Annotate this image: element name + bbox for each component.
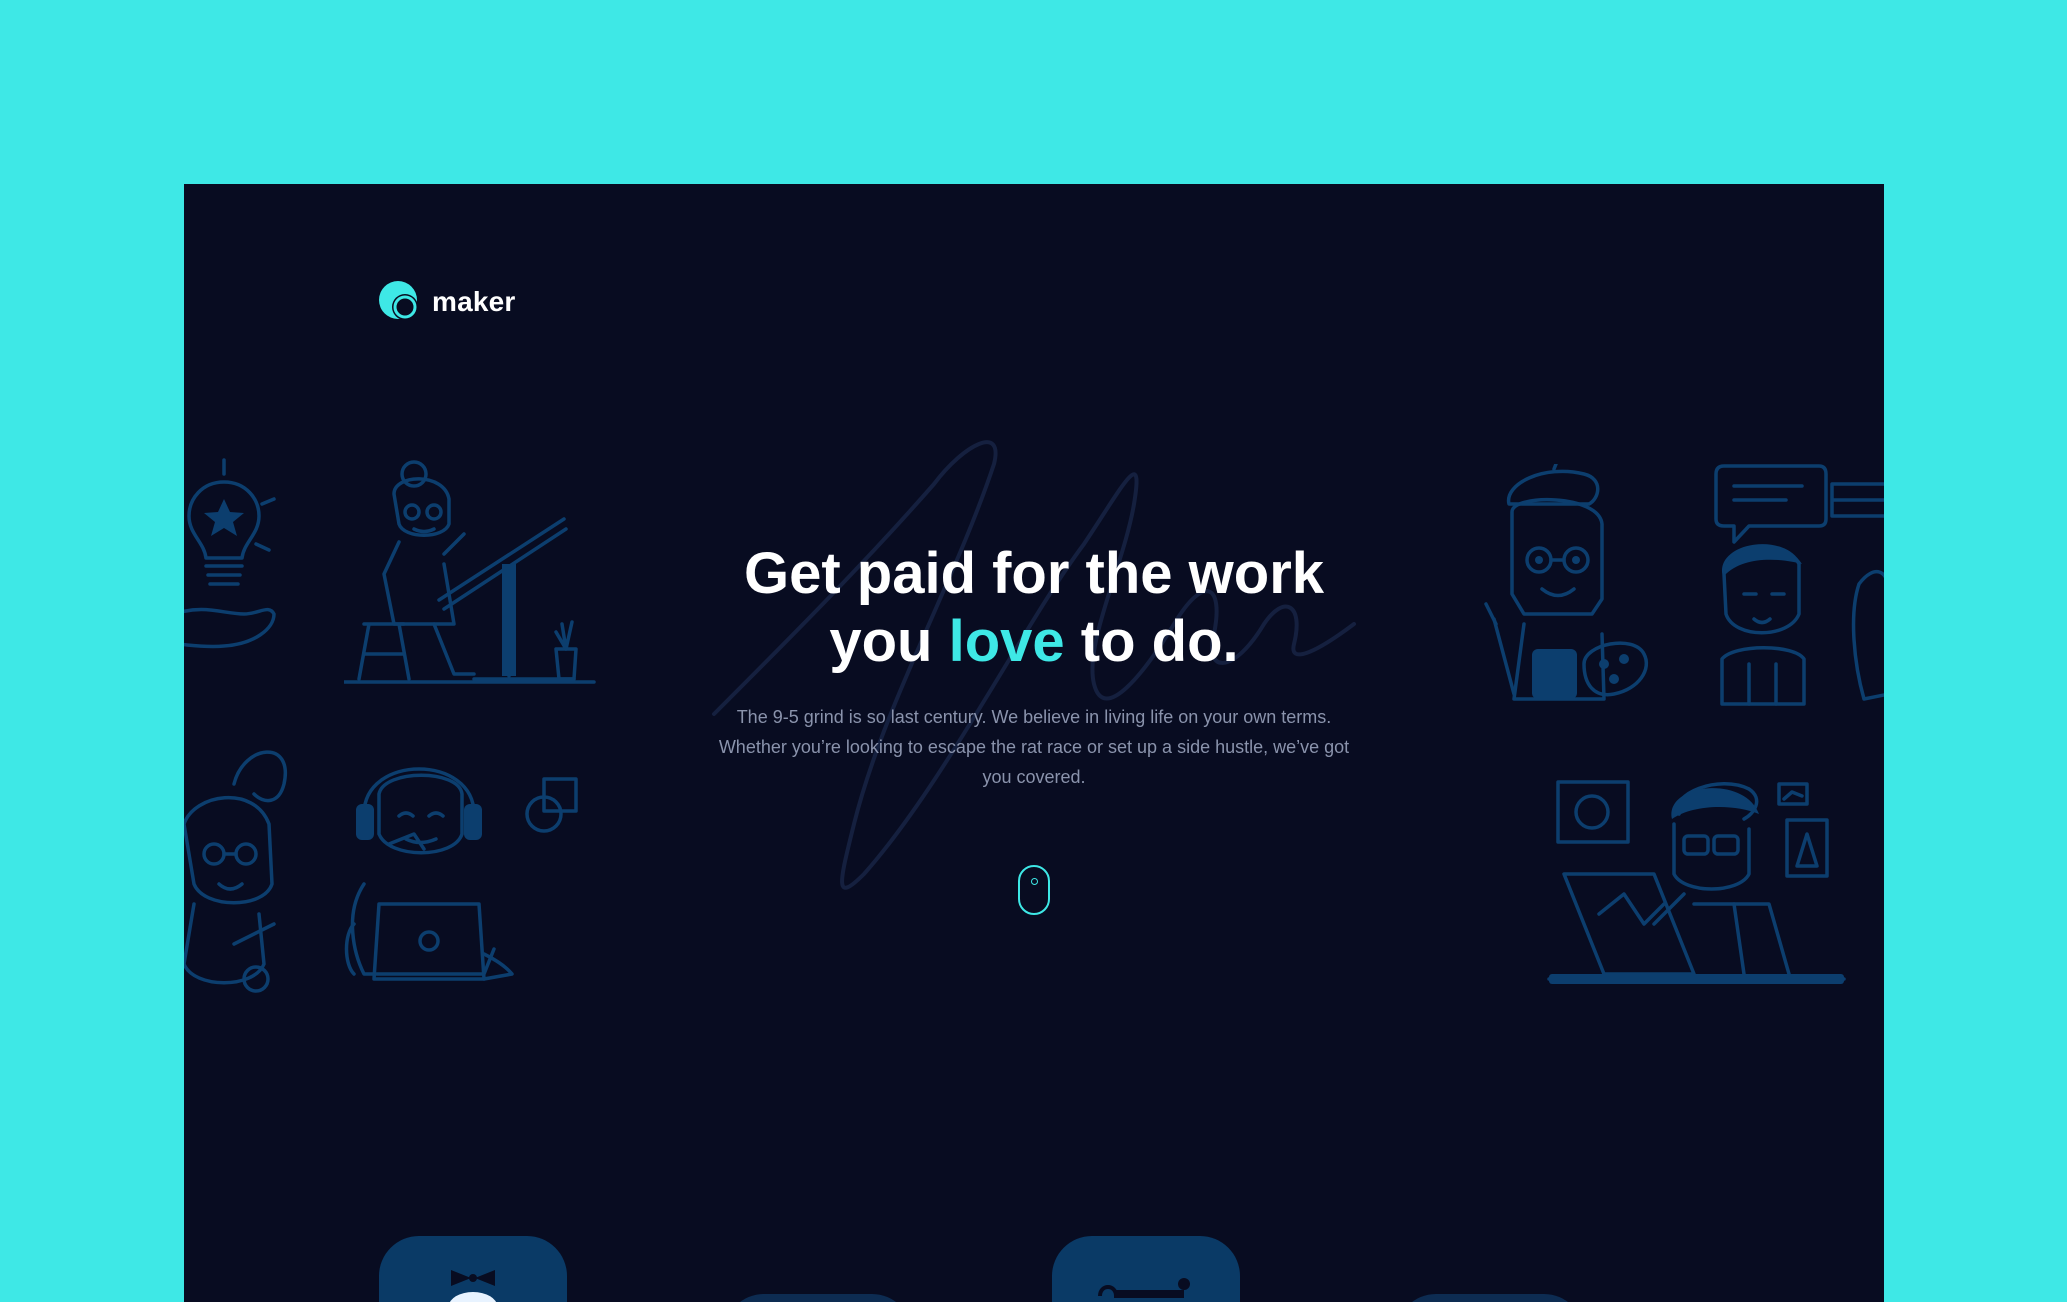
logo-text: maker <box>432 286 516 317</box>
feature-card-4 <box>1396 1294 1584 1302</box>
bunny-costume-child-illustration <box>184 750 288 993</box>
hero-title-line2-before: you <box>829 609 949 674</box>
gadget-icon <box>1098 1278 1190 1298</box>
bowtie-person-icon <box>450 1270 496 1302</box>
tablet-designer-man-illustration <box>1547 780 1846 984</box>
mouse-scroll-icon[interactable] <box>1018 865 1050 915</box>
feature-card-1 <box>379 1236 567 1302</box>
hero-title-accent-word: love <box>948 609 1065 674</box>
feature-card-2 <box>724 1294 912 1302</box>
hero-title-line2-after: to do. <box>1064 609 1239 674</box>
headphones-laptop-woman-illustration <box>344 767 578 981</box>
mouse-wheel <box>1031 878 1038 885</box>
feature-card-3 <box>1052 1236 1240 1302</box>
page-frame: maker Get paid for the work you love to … <box>184 184 1884 1302</box>
maker-logo-icon <box>379 281 418 320</box>
logo[interactable]: maker <box>378 280 516 324</box>
hero-description: The 9-5 grind is so last century. We bel… <box>718 707 1350 787</box>
hero-title: Get paid for the work you love to do. <box>184 540 1884 676</box>
hero-title-line1: Get paid for the work <box>743 541 1325 606</box>
